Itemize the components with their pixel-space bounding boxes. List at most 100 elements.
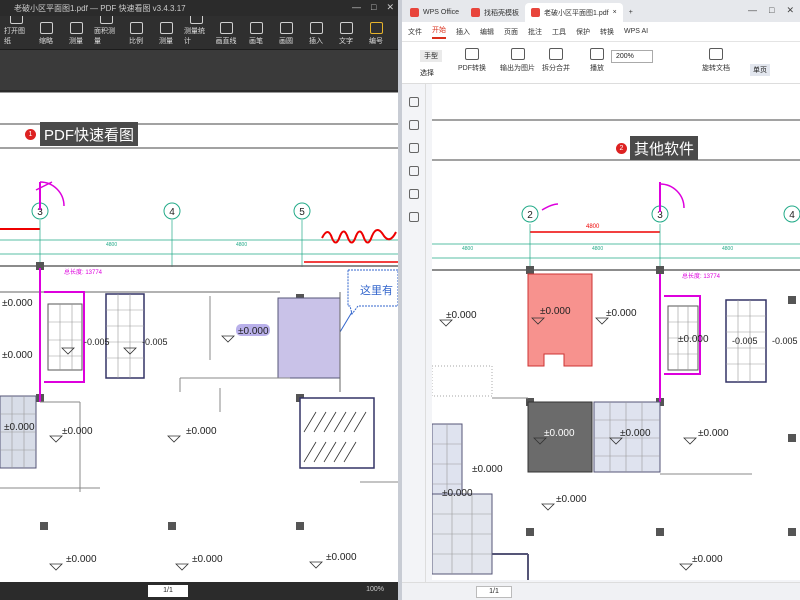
note-callout: 这里有	[347, 269, 398, 316]
left-toolbar: 打开图纸 缩略 测量 面积测量 比例 测量 测量统计 画直线 画笔 画圆 插入 文字 编号	[0, 12, 398, 50]
toolbar-button-6[interactable]: 测量统计	[184, 12, 208, 46]
toolbar-button-1[interactable]: 缩略	[34, 22, 58, 46]
left-floorplan: 3 4 5 4800 4800 这里有 总长度: 13774 ±0.000 ±0…	[0, 92, 398, 571]
minimize-icon[interactable]: —	[352, 2, 361, 13]
insert-icon	[309, 22, 323, 34]
svg-text:±0.000: ±0.000	[192, 554, 223, 565]
close-tab-icon[interactable]: ×	[613, 9, 617, 16]
toolbar-button-3[interactable]: 面积测量	[94, 12, 118, 46]
svg-text:±0.000: ±0.000	[238, 326, 269, 337]
zoom-readout[interactable]: 100%	[366, 586, 384, 593]
split-icon	[549, 48, 563, 60]
svg-text:总长度: 13774: 总长度: 13774	[64, 268, 103, 276]
bookmark-icon[interactable]	[408, 120, 419, 130]
maximize-icon[interactable]: □	[371, 2, 376, 13]
menu-item-1[interactable]: 开始	[432, 25, 446, 39]
template-icon	[471, 8, 481, 17]
ribbon: 手型 选择 PDF转换 输出为图片 拆分合并 播放 200% 旋转文档 单页	[402, 42, 800, 84]
tab-strip: WPS Office 找稻壳模板 老破小区平面图1.pdf × + — □ ✕	[402, 0, 800, 22]
hand-tool-button[interactable]: 手型	[420, 50, 442, 62]
menu-item-3[interactable]: 编辑	[480, 27, 494, 37]
tab-templates[interactable]: 找稻壳模板	[465, 3, 525, 22]
toolbar-button-12[interactable]: 编号	[364, 22, 388, 46]
minimize-icon[interactable]: —	[748, 5, 757, 16]
layers-icon[interactable]	[408, 212, 419, 222]
menu-item-7[interactable]: 保护	[576, 27, 590, 37]
svg-text:总长度: 13774: 总长度: 13774	[682, 272, 721, 280]
svg-text:4: 4	[169, 207, 175, 218]
image-icon	[510, 48, 525, 60]
toolbar-button-9[interactable]: 画圆	[274, 22, 298, 46]
svg-text:±0.000: ±0.000	[472, 464, 503, 475]
left-status-bar: 1/1 100%	[0, 582, 398, 600]
tab-wps-office[interactable]: WPS Office	[404, 3, 465, 22]
menu-item-5[interactable]: 批注	[528, 27, 542, 37]
ruler-icon	[159, 22, 173, 34]
toolbar-button-10[interactable]: 插入	[304, 22, 328, 46]
svg-text:5: 5	[299, 207, 305, 218]
comment-icon[interactable]	[408, 143, 419, 153]
rotate-icon	[709, 48, 723, 60]
svg-text:4800: 4800	[462, 246, 473, 252]
svg-text:2: 2	[527, 210, 533, 221]
split-merge-button[interactable]: 拆分合并	[542, 48, 570, 73]
maximize-icon[interactable]: □	[769, 5, 774, 16]
svg-text:±0.000: ±0.000	[606, 308, 637, 319]
axis-marker-5: 5	[293, 202, 311, 220]
export-image-button[interactable]: 输出为图片	[500, 48, 535, 73]
toolbar-button-0[interactable]: 打开图纸	[4, 12, 28, 46]
toolbar-button-8[interactable]: 画笔	[244, 22, 268, 46]
menu-item-4[interactable]: 页面	[504, 27, 518, 37]
select-tool-button[interactable]: 选择	[420, 68, 434, 78]
convert-icon	[465, 48, 479, 60]
page-indicator[interactable]: 1/1	[148, 585, 188, 597]
toolbar-button-7[interactable]: 画直线	[214, 22, 238, 46]
toolbar-button-2[interactable]: 测量	[64, 22, 88, 46]
pdf-convert-button[interactable]: PDF转换	[458, 48, 486, 73]
left-callout-label: PDF快速看图	[40, 122, 139, 146]
svg-text:±0.000: ±0.000	[2, 298, 33, 309]
svg-text:4800: 4800	[106, 242, 117, 248]
measure-icon	[69, 22, 83, 34]
pen-icon	[249, 22, 263, 34]
play-button[interactable]: 播放	[590, 48, 604, 73]
close-icon[interactable]: ✕	[786, 5, 794, 16]
svg-text:-0.005: -0.005	[84, 337, 110, 347]
svg-text:4800: 4800	[236, 242, 247, 248]
attachment-icon[interactable]	[408, 166, 419, 176]
menu-item-8[interactable]: 转换	[600, 27, 614, 37]
wps-logo-icon	[410, 8, 419, 17]
menu-item-2[interactable]: 插入	[456, 27, 470, 37]
single-page-button[interactable]: 单页	[750, 64, 770, 76]
thumbnail-icon[interactable]	[408, 97, 419, 107]
toolbar-button-4[interactable]: 比例	[124, 22, 148, 46]
right-app-window: WPS Office 找稻壳模板 老破小区平面图1.pdf × + — □ ✕ …	[402, 0, 800, 600]
signature-icon[interactable]	[408, 189, 419, 199]
rotate-button[interactable]: 旋转文档	[702, 48, 730, 73]
svg-text:4800: 4800	[722, 246, 733, 252]
svg-text:这里有: 这里有	[360, 283, 393, 297]
toolbar-button-11[interactable]: 文字	[334, 22, 358, 46]
zoom-select[interactable]: 200%	[611, 50, 653, 63]
close-icon[interactable]: ✕	[386, 2, 394, 13]
svg-text:±0.000: ±0.000	[620, 428, 651, 439]
new-tab-button[interactable]: +	[623, 3, 639, 22]
svg-text:-0.005: -0.005	[142, 337, 168, 347]
menu-item-6[interactable]: 工具	[552, 27, 566, 37]
left-window-title: 老破小区平面图1.pdf — PDF 快速看图 v3.4.3.17	[14, 3, 186, 13]
svg-text:±0.000: ±0.000	[186, 426, 217, 437]
svg-text:4800: 4800	[592, 246, 603, 252]
svg-text:±0.000: ±0.000	[2, 350, 33, 361]
tab-document[interactable]: 老破小区平面图1.pdf ×	[525, 3, 623, 22]
callout-badge-2: 2	[616, 143, 627, 154]
menu-item-0[interactable]: 文件	[408, 27, 422, 37]
axis-marker-4: 4	[163, 202, 181, 220]
toolbar-button-5[interactable]: 测量	[154, 22, 178, 46]
right-status-bar: 1/1	[402, 582, 800, 600]
menu-item-9[interactable]: WPS AI	[624, 28, 648, 35]
page-indicator[interactable]: 1/1	[476, 586, 512, 598]
circle-icon	[279, 22, 293, 34]
right-drawing-canvas[interactable]: 2 3 4 4800 4800 4800 4800 总长度: 13774 ±0.…	[432, 84, 800, 580]
left-drawing-canvas[interactable]: 3 4 5 4800 4800 这里有 总长度: 13774 ±0.000 ±0…	[0, 92, 398, 582]
svg-text:-0.005: -0.005	[772, 336, 798, 346]
